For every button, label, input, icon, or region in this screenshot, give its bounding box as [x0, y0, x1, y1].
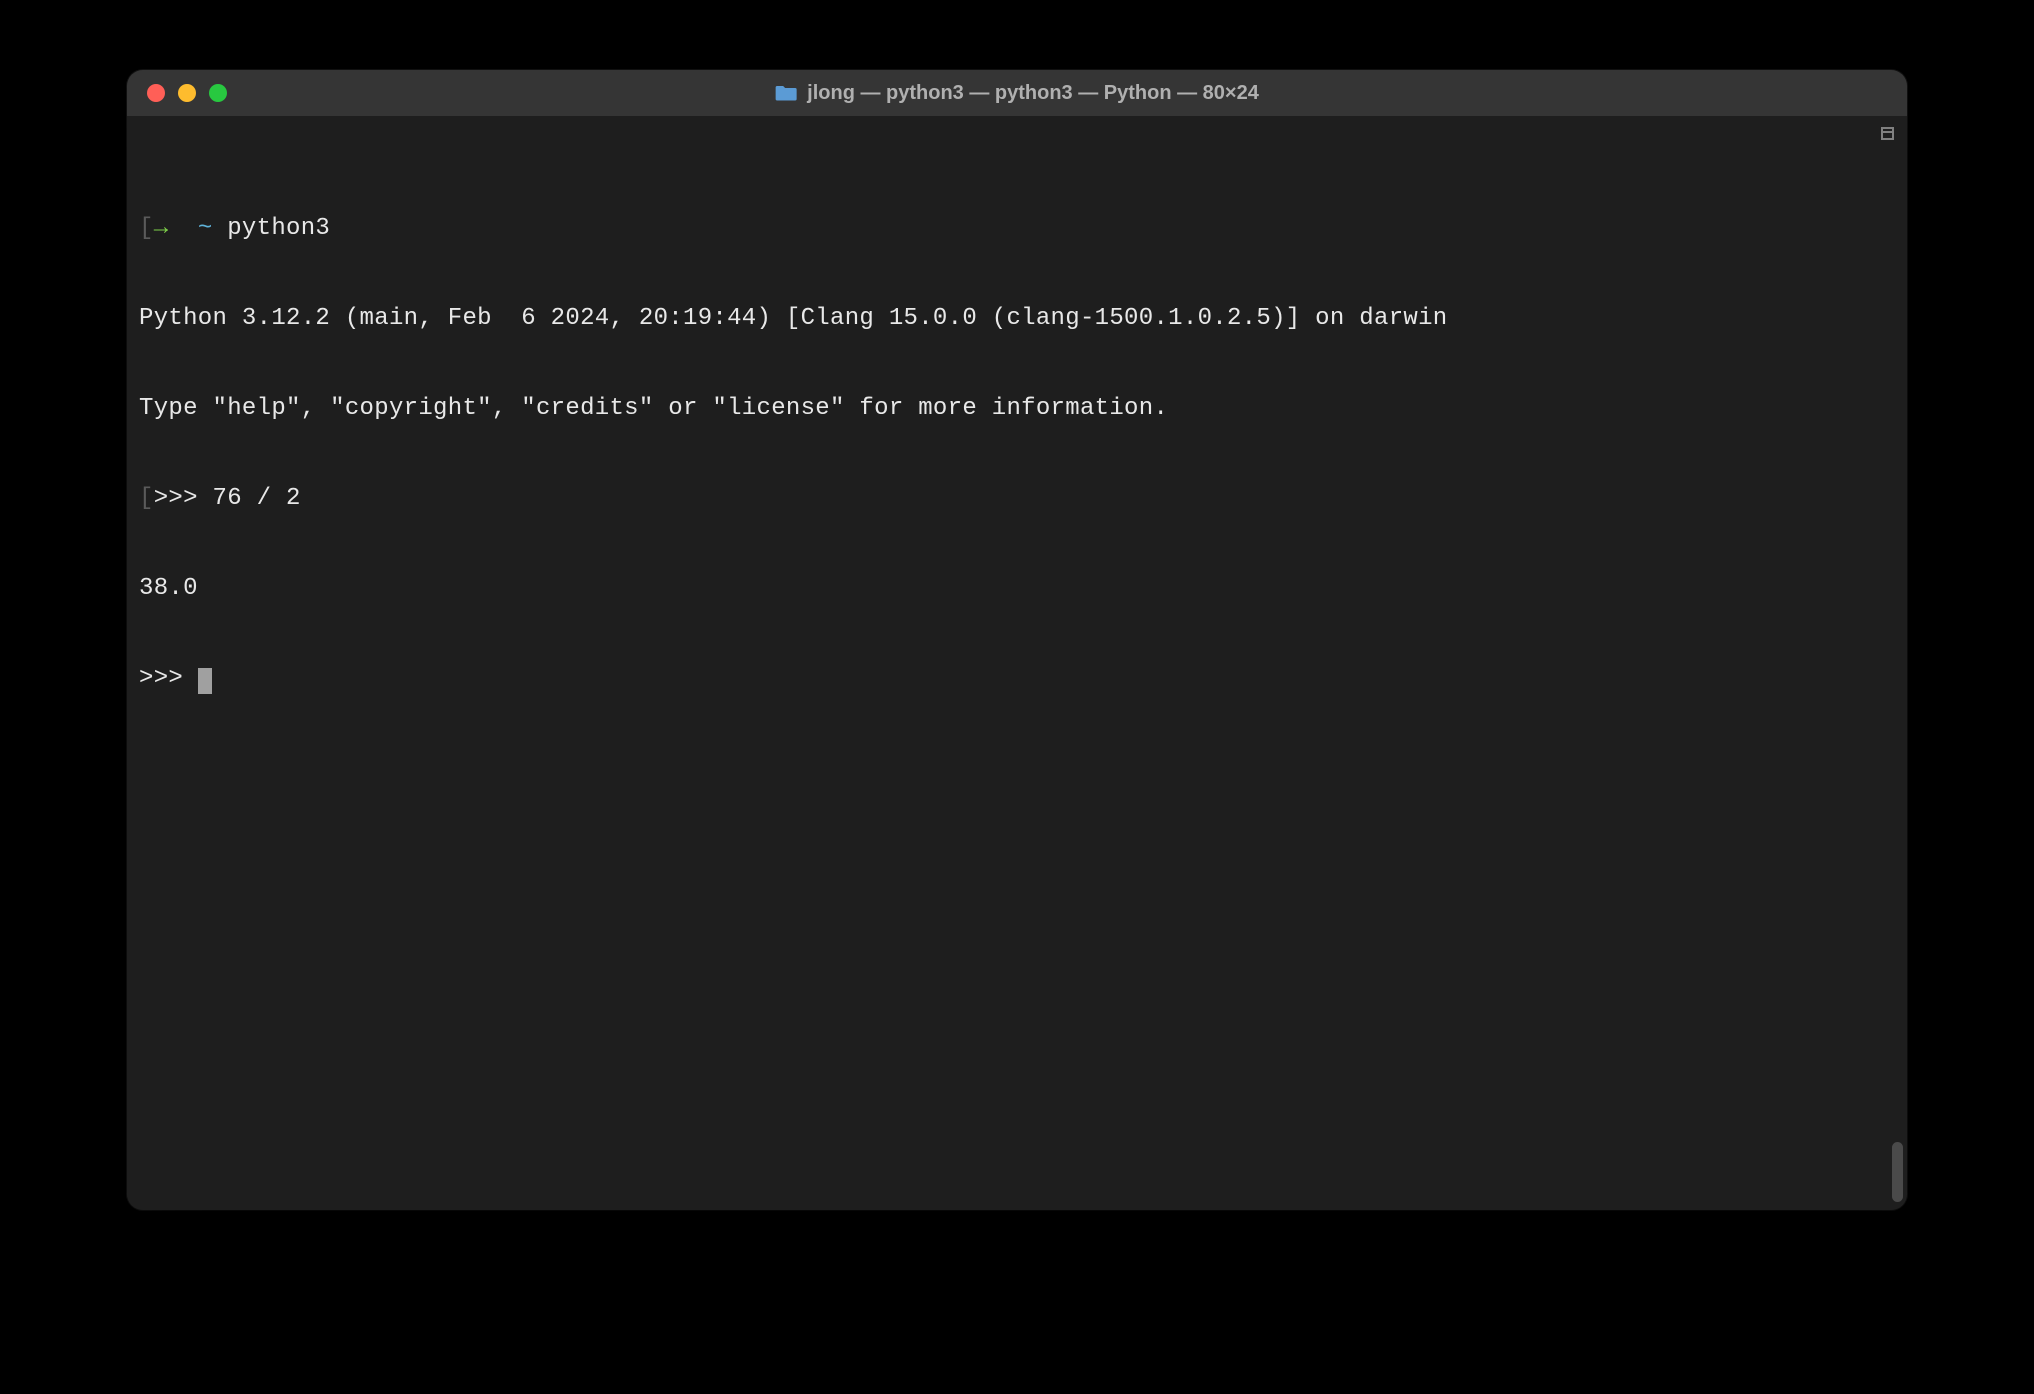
- repl-output-line: 38.0: [139, 574, 1895, 604]
- zoom-button[interactable]: [209, 84, 227, 102]
- repl-input-text: 76 / 2: [213, 485, 301, 512]
- repl-prompt: >>>: [139, 665, 198, 692]
- minimize-button[interactable]: [178, 84, 196, 102]
- python-banner-line-2: Type "help", "copyright", "credits" or "…: [139, 394, 1895, 424]
- folder-icon: [775, 84, 797, 102]
- prompt-arrow-icon: →: [154, 215, 169, 242]
- scrollbar-thumb[interactable]: [1892, 1142, 1903, 1202]
- scroll-marker-icon: [1875, 122, 1899, 144]
- repl-current-prompt-line[interactable]: >>>: [139, 664, 1895, 694]
- titlebar[interactable]: jlong — python3 — python3 — Python — 80×…: [127, 70, 1907, 116]
- terminal-window: jlong — python3 — python3 — Python — 80×…: [127, 70, 1907, 1210]
- terminal-body[interactable]: [→ ~ python3 Python 3.12.2 (main, Feb 6 …: [127, 116, 1907, 1210]
- traffic-lights: [147, 84, 227, 102]
- window-title-container: jlong — python3 — python3 — Python — 80×…: [775, 82, 1259, 105]
- repl-input-line: [>>> 76 / 2: [139, 484, 1895, 514]
- prompt-cwd: ~: [198, 215, 213, 242]
- repl-prompt: >>>: [154, 485, 213, 512]
- shell-prompt-line: [→ ~ python3: [139, 214, 1895, 244]
- python-banner-line-1: Python 3.12.2 (main, Feb 6 2024, 20:19:4…: [139, 304, 1895, 334]
- cursor: [198, 668, 212, 694]
- close-button[interactable]: [147, 84, 165, 102]
- window-title: jlong — python3 — python3 — Python — 80×…: [807, 82, 1259, 105]
- shell-command: python3: [227, 215, 330, 242]
